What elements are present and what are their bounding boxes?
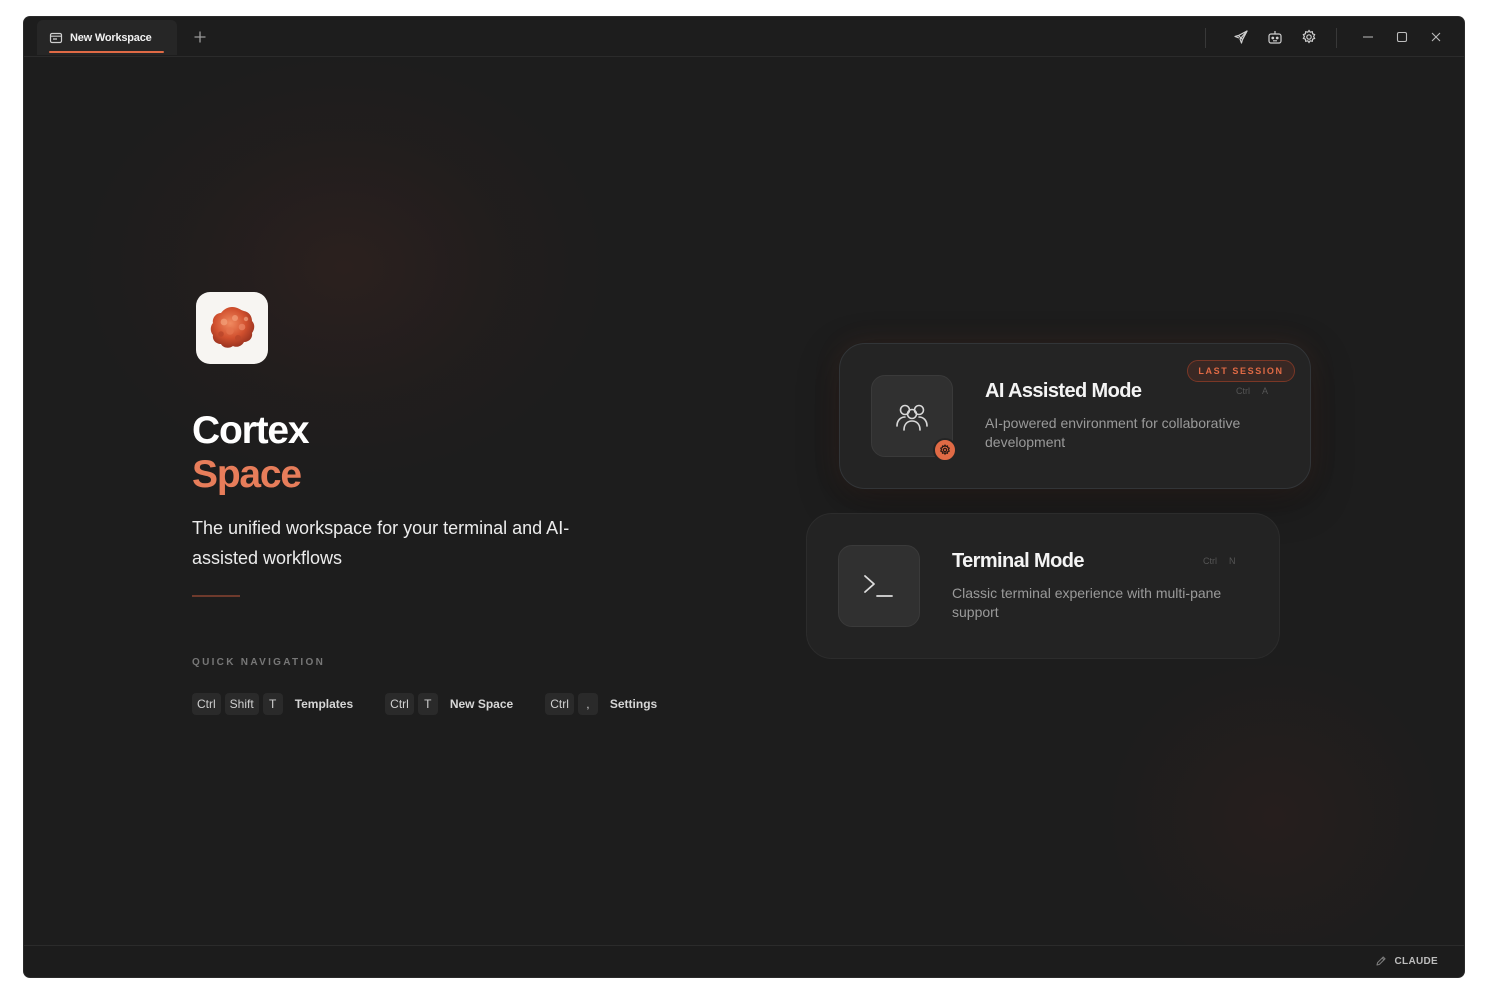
- maximize-button[interactable]: [1392, 27, 1412, 47]
- quick-navigation-label: QUICK NAVIGATION: [192, 657, 326, 668]
- terminal-mode-icon-box: [838, 545, 920, 627]
- tagline: The unified workspace for your terminal …: [192, 518, 570, 568]
- status-bar: CLAUDE: [24, 945, 1464, 977]
- last-session-badge: LAST SESSION: [1187, 360, 1295, 382]
- app-logo: [196, 292, 268, 364]
- key: Ctrl: [192, 693, 221, 715]
- shortcut-settings[interactable]: Ctrl , Settings: [545, 693, 657, 715]
- terminal-mode-description: Classic terminal experience with multi-p…: [952, 585, 1222, 620]
- ai-assisted-mode-card[interactable]: AI Assisted Mode AI-powered environment …: [839, 343, 1311, 489]
- pencil-icon: [1375, 956, 1386, 966]
- ai-gear-badge: [933, 438, 957, 462]
- key: A: [1262, 386, 1269, 396]
- key: Ctrl: [1203, 556, 1217, 566]
- app-window: New Workspace Cortex Space The unified w…: [24, 17, 1464, 977]
- active-tab-indicator: [49, 51, 164, 53]
- new-tab-button[interactable]: [190, 27, 210, 47]
- key: Ctrl: [545, 693, 574, 715]
- titlebar-separator: [1336, 28, 1337, 48]
- shortcut-label: Templates: [294, 697, 354, 711]
- close-button[interactable]: [1426, 27, 1446, 47]
- ai-provider-label: CLAUDE: [1394, 955, 1438, 967]
- users-icon: [896, 404, 928, 431]
- ai-assistant-button[interactable]: [1265, 27, 1285, 47]
- gear-icon: [1302, 29, 1316, 44]
- key: T: [417, 693, 438, 715]
- close-icon: [1431, 32, 1441, 42]
- accent-divider: [192, 595, 240, 597]
- cortex-logo-icon: [210, 307, 255, 348]
- background-glow-secondary: [1104, 657, 1444, 977]
- key: N: [1229, 556, 1236, 566]
- key: T: [262, 693, 283, 715]
- robot-icon: [1268, 31, 1282, 44]
- gear-icon: [939, 444, 951, 456]
- tab-label: New Workspace: [70, 31, 152, 44]
- minimize-button[interactable]: [1358, 27, 1378, 47]
- shortcut-label: New Space: [449, 697, 514, 711]
- app-title-primary: Cortex: [192, 409, 310, 452]
- key: ,: [577, 693, 598, 715]
- key: Ctrl: [385, 693, 414, 715]
- ai-mode-description: AI-powered environment for collaborative…: [985, 415, 1241, 450]
- settings-button[interactable]: [1299, 27, 1319, 47]
- quick-navigation: Ctrl Shift T Templates Ctrl T New Space …: [192, 693, 689, 715]
- ai-mode-shortcut: Ctrl A: [1236, 386, 1268, 396]
- shortcut-label: Settings: [609, 697, 658, 711]
- key: Shift: [224, 693, 259, 715]
- terminal-icon: [864, 575, 893, 597]
- launch-button[interactable]: [1231, 27, 1251, 47]
- rocket-icon: [1234, 30, 1248, 44]
- shortcut-new-space[interactable]: Ctrl T New Space: [385, 693, 513, 715]
- maximize-icon: [1396, 31, 1408, 43]
- minimize-icon: [1363, 36, 1373, 38]
- titlebar-separator: [1205, 28, 1206, 48]
- window-icon: [49, 31, 63, 45]
- title-bar: New Workspace: [24, 17, 1464, 57]
- shortcut-templates[interactable]: Ctrl Shift T Templates: [192, 693, 353, 715]
- app-title-accent: Space: [192, 453, 302, 496]
- terminal-mode-card[interactable]: Terminal Mode Classic terminal experienc…: [806, 513, 1280, 659]
- terminal-mode-shortcut: Ctrl N: [1203, 556, 1236, 566]
- background-glow: [84, 57, 604, 477]
- ai-provider-indicator[interactable]: CLAUDE: [1375, 955, 1438, 967]
- tab-new-workspace[interactable]: New Workspace: [37, 20, 177, 55]
- key: Ctrl: [1236, 386, 1250, 396]
- ai-mode-title: AI Assisted Mode: [985, 380, 1142, 402]
- terminal-mode-title: Terminal Mode: [952, 550, 1084, 572]
- plus-icon: [194, 31, 206, 43]
